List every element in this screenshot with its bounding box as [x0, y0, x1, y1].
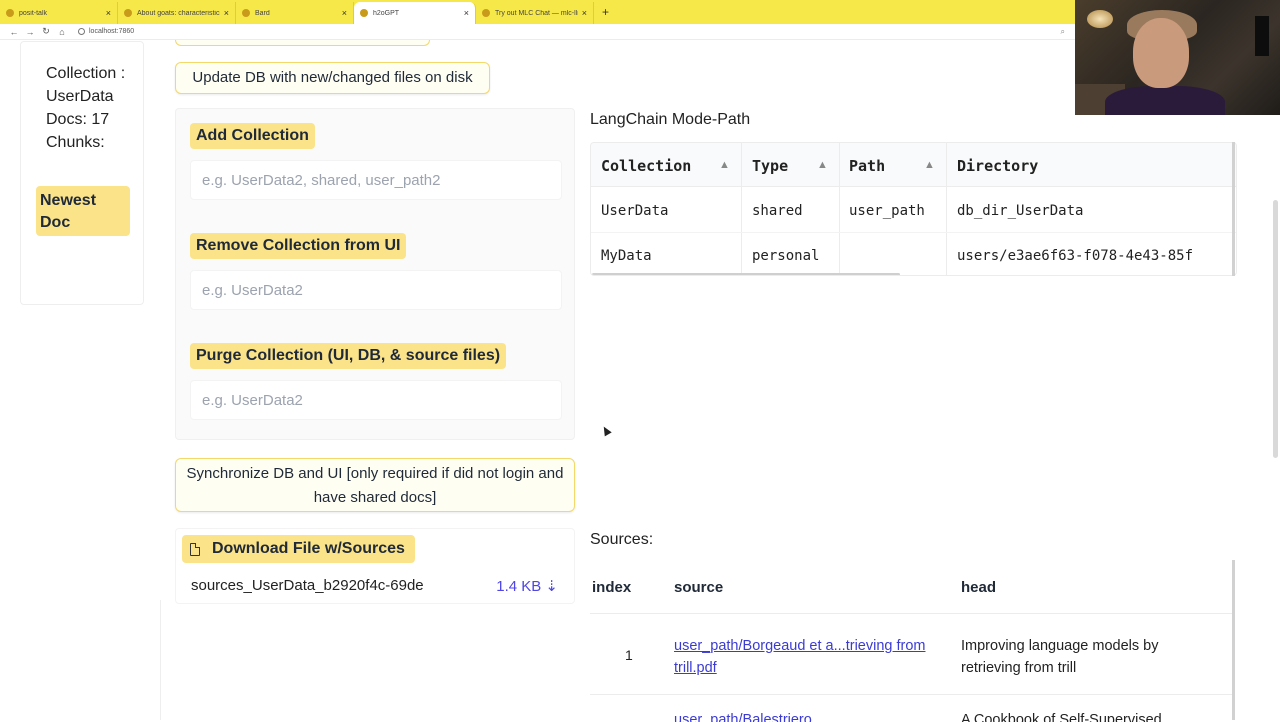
column-header-head[interactable]: head	[961, 579, 996, 596]
collection-management-panel: Add Collection Remove Collection from UI…	[175, 108, 575, 440]
purge-collection-field[interactable]	[202, 392, 550, 409]
purge-collection-label: Purge Collection (UI, DB, & source files…	[190, 343, 507, 369]
column-header-index[interactable]: index	[592, 579, 631, 596]
download-label-text: Download File w/Sources	[212, 540, 405, 557]
langchain-title: LangChain Mode-Path	[590, 111, 751, 128]
source-head: Improving language models by retrieving …	[961, 638, 1159, 676]
tab-title: About goats: characteristics a...	[137, 9, 220, 17]
close-icon[interactable]: ×	[106, 8, 111, 18]
back-icon[interactable]: ←	[6, 27, 22, 37]
zoom-icon[interactable]: ⌕	[1061, 27, 1065, 37]
close-icon[interactable]: ×	[582, 8, 587, 18]
source-index: 1	[625, 647, 633, 663]
table-cell: shared	[752, 203, 803, 219]
tab-title: posit-talk	[19, 9, 48, 17]
column-header-path[interactable]: Path	[849, 157, 885, 175]
column-divider	[741, 143, 742, 275]
home-icon[interactable]: ⌂	[54, 27, 70, 37]
person-head	[1133, 18, 1189, 88]
sort-icon[interactable]: ▲	[924, 159, 935, 171]
table-row: 1 user_path/Borgeaud et a...trieving fro…	[590, 615, 1232, 695]
table-cell: MyData	[601, 248, 652, 264]
download-file-name[interactable]: sources_UserData_b2920f4c-69de	[191, 577, 424, 594]
url-text: localhost:7860	[89, 28, 135, 35]
browser-tab[interactable]: Bard ×	[236, 2, 354, 24]
column-header-source[interactable]: source	[674, 579, 723, 596]
sources-table-header: index source head	[590, 562, 1232, 614]
reload-icon[interactable]: ↻	[38, 26, 54, 37]
table-cell: UserData	[601, 203, 669, 219]
favicon-icon	[6, 9, 14, 17]
add-collection-label: Add Collection	[190, 123, 315, 149]
lamp-light	[1087, 10, 1113, 28]
browser-tab[interactable]: posit-talk ×	[0, 2, 118, 24]
webcam-overlay	[1075, 0, 1280, 115]
purge-collection-input[interactable]	[190, 380, 562, 420]
sidebar-panel: Collection : UserData Docs: 17 Chunks: N…	[20, 41, 144, 305]
table-cell: personal	[752, 248, 820, 264]
vertical-scrollbar[interactable]	[1232, 142, 1235, 276]
table-cell: users/e3ae6f63-f078-4e43-85f	[957, 248, 1194, 264]
forward-icon[interactable]: →	[22, 27, 38, 37]
column-header-directory[interactable]: Directory	[957, 157, 1038, 175]
table-cell: user_path	[849, 203, 925, 219]
download-panel: Download File w/Sources sources_UserData…	[175, 528, 575, 604]
synchronize-button[interactable]: Synchronize DB and UI [only required if …	[175, 458, 575, 512]
table-cell: db_dir_UserData	[957, 203, 1084, 219]
close-icon[interactable]: ×	[342, 8, 347, 18]
remove-collection-input[interactable]	[190, 270, 562, 310]
source-link[interactable]: user_path/Borgeaud et a...trieving from …	[674, 635, 944, 679]
newest-doc-button[interactable]: Newest Doc	[36, 186, 130, 236]
column-header-collection[interactable]: Collection	[601, 157, 691, 175]
source-link[interactable]: user_path/Balestriero	[674, 712, 812, 722]
close-icon[interactable]: ×	[464, 8, 469, 18]
download-label: Download File w/Sources	[182, 535, 415, 563]
row-divider	[591, 232, 1236, 233]
tab-title: Try out MLC Chat — mlc-llm 0...	[495, 9, 578, 17]
sort-icon[interactable]: ▲	[719, 159, 730, 171]
remove-collection-field[interactable]	[202, 282, 550, 299]
file-icon	[190, 542, 200, 556]
favicon-icon	[482, 9, 490, 17]
browser-tab-active[interactable]: h2oGPT ×	[354, 2, 476, 24]
sort-icon[interactable]: ▲	[817, 159, 828, 171]
background-object	[1255, 16, 1269, 56]
add-collection-input[interactable]	[190, 160, 562, 200]
url-field[interactable]: localhost:7860	[78, 28, 134, 35]
divider	[160, 600, 161, 720]
column-divider	[839, 143, 840, 275]
sources-title: Sources:	[590, 531, 654, 548]
column-header-type[interactable]: Type	[752, 157, 788, 175]
langchain-table: Collection ▲ Type ▲ Path ▲ Directory Use…	[590, 142, 1237, 276]
favicon-icon	[242, 9, 250, 17]
mouse-cursor-icon	[600, 424, 612, 437]
download-file-size[interactable]: 1.4 KB ⇣	[496, 577, 558, 595]
browser-tab[interactable]: Try out MLC Chat — mlc-llm 0... ×	[476, 2, 594, 24]
page-scrollbar[interactable]	[1273, 200, 1278, 458]
browser-tab[interactable]: About goats: characteristics a... ×	[118, 2, 236, 24]
source-head: A Cookbook of Self-Supervised	[961, 712, 1162, 722]
favicon-icon	[124, 9, 132, 17]
previous-button-edge	[175, 40, 430, 46]
tab-title: h2oGPT	[373, 9, 400, 17]
add-collection-field[interactable]	[202, 172, 550, 189]
favicon-icon	[360, 9, 368, 17]
collection-info: Collection : UserData Docs: 17 Chunks:	[46, 65, 126, 151]
plus-icon[interactable]: +	[602, 5, 609, 19]
horizontal-scrollbar[interactable]	[592, 273, 900, 275]
remove-collection-label: Remove Collection from UI	[190, 233, 407, 259]
tab-title: Bard	[255, 9, 270, 17]
update-db-button[interactable]: Update DB with new/changed files on disk	[175, 62, 490, 94]
person-body	[1105, 86, 1225, 115]
close-icon[interactable]: ×	[224, 8, 229, 18]
vertical-scrollbar[interactable]	[1232, 560, 1235, 720]
column-divider	[946, 143, 947, 275]
info-icon	[78, 28, 85, 35]
